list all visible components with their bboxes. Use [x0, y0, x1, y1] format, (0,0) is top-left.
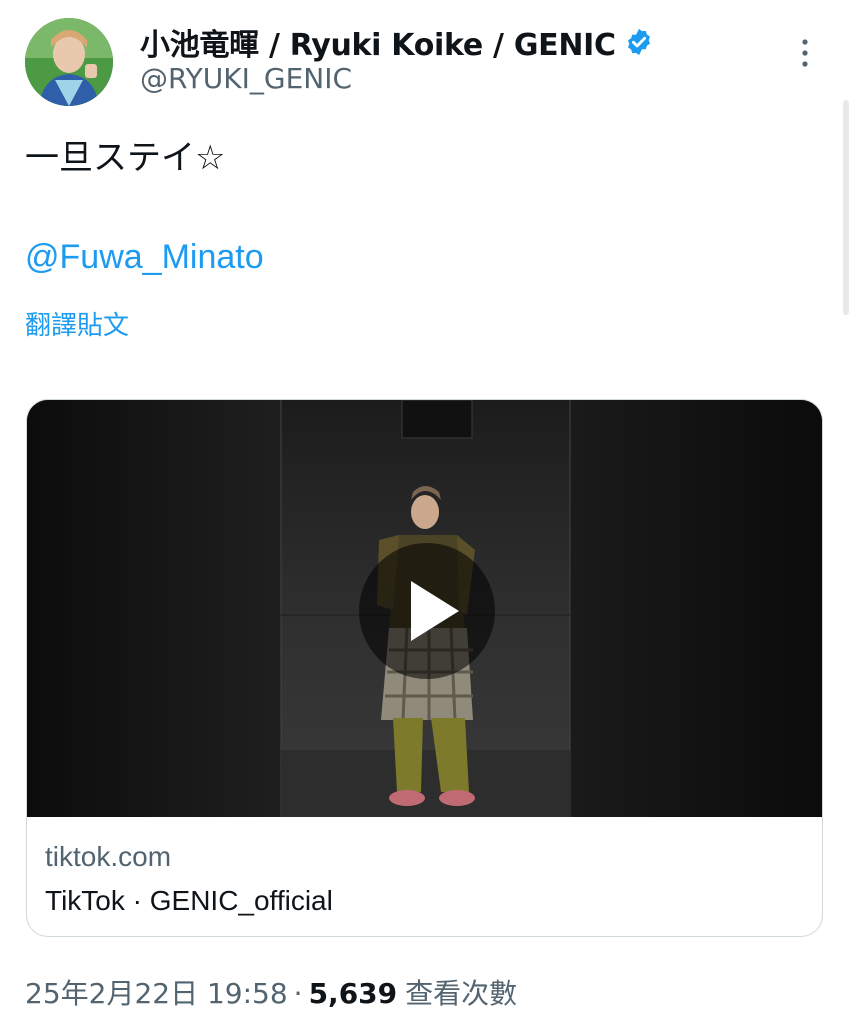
card-domain: tiktok.com: [45, 841, 172, 872]
video-thumbnail[interactable]: [27, 400, 822, 817]
timestamp[interactable]: 25年2月22日 19:58: [25, 972, 288, 1012]
scrollbar[interactable]: [843, 100, 849, 315]
avatar[interactable]: [25, 18, 113, 106]
display-name[interactable]: 小池竜暉 / Ryuki Koike / GENIC: [140, 20, 616, 64]
author-handle[interactable]: @RYUKI_GENIC: [140, 62, 352, 95]
meta-separator: ·: [293, 977, 303, 1010]
more-options-icon: [802, 39, 808, 67]
card-title: TikTok · GENIC_official: [45, 885, 333, 916]
play-button[interactable]: [359, 543, 495, 679]
views-count: 5,639: [308, 977, 398, 1010]
author-name-row[interactable]: 小池竜暉 / Ryuki Koike / GENIC: [140, 20, 654, 64]
mention-link[interactable]: @Fuwa_Minato: [25, 238, 264, 277]
tweet-text: 一旦ステイ☆: [25, 138, 226, 178]
link-card[interactable]: tiktok.com TikTok · GENIC_official: [26, 399, 823, 937]
views-label: 查看次數: [405, 977, 518, 1010]
translate-post-link[interactable]: 翻譯貼文: [25, 305, 129, 342]
more-options-button[interactable]: [790, 34, 820, 74]
play-icon: [359, 543, 495, 679]
tweet-meta: 25年2月22日 19:58 · 5,639 查看次數: [25, 972, 517, 1012]
verified-badge-icon: [624, 27, 654, 57]
avatar-image: [25, 18, 113, 106]
